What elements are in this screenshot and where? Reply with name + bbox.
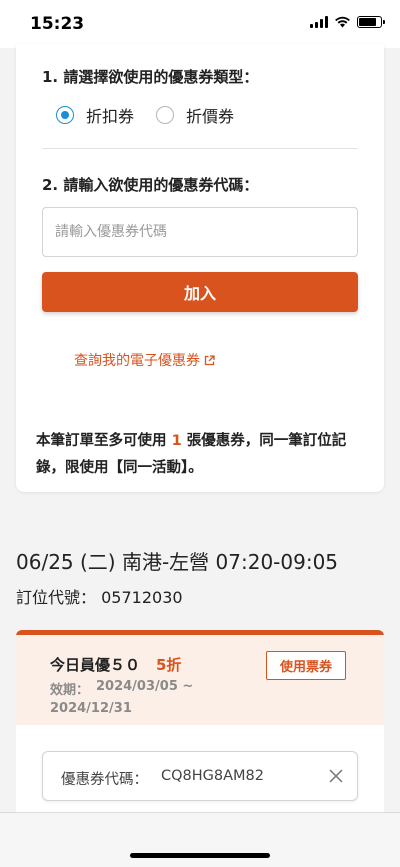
section-divider — [42, 148, 358, 149]
status-time: 15:23 — [30, 14, 85, 34]
notice-count: 1 — [171, 433, 182, 449]
applied-code-label: 優惠券代碼： — [61, 772, 148, 788]
add-coupon-button[interactable]: 加入 — [42, 272, 358, 312]
use-ticket-button[interactable]: 使用票券 — [266, 651, 346, 680]
coupon-limit-notice: 本筆訂單至多可使用 1 張優惠券，同一筆訂位記錄，限使用【同一活動】。 — [36, 428, 366, 482]
applied-coupon-code-box: 優惠券代碼： CQ8HG8AM82 — [42, 751, 358, 801]
coupon-code-heading: 2. 請輸入欲使用的優惠券代碼： — [42, 176, 259, 194]
coupon-type-heading: 1. 請選擇欲使用的優惠券類型： — [42, 68, 259, 86]
coupon-card-header: 今日員優５０ 5折 效期： 2024/03/05 ~ 2024/12/31 使用… — [16, 635, 384, 725]
status-bar: 15:23 — [0, 0, 400, 48]
radio-option-price-off[interactable]: 折價券 — [156, 103, 234, 127]
radio-button-checked[interactable] — [56, 106, 74, 124]
radio-button-unchecked[interactable] — [156, 106, 175, 124]
radio-option-discount[interactable]: 折扣券 — [56, 103, 134, 127]
radio-label-price-off: 折價券 — [186, 107, 235, 126]
validity-start: 2024/03/05 ~ — [96, 679, 194, 694]
notice-prefix: 本筆訂單至多可使用 — [36, 433, 167, 449]
my-coupons-link[interactable]: 查詢我的電子優惠券 — [74, 350, 215, 370]
coupon-discount: 5折 — [156, 656, 182, 674]
external-link-icon — [204, 354, 215, 365]
trip-title: 06/25 (二) 南港-左營 07:20-09:05 — [16, 550, 339, 574]
validity-label: 效期： — [50, 683, 90, 698]
validity-end: 2024/12/31 — [50, 701, 132, 716]
wifi-icon — [335, 16, 350, 28]
home-indicator[interactable] — [130, 853, 270, 858]
bottom-bar — [0, 812, 400, 867]
close-icon[interactable] — [327, 767, 345, 785]
booking-code-label: 訂位代號： — [16, 588, 97, 607]
booking-code-value: 05712030 — [101, 588, 183, 607]
radio-label-discount: 折扣券 — [86, 107, 135, 126]
coupon-code-input[interactable] — [42, 207, 358, 257]
coupon-form-card: 1. 請選擇欲使用的優惠券類型： 折扣券 折價券 2. 請輸入欲使用的優惠券代碼… — [16, 44, 384, 492]
coupon-name: 今日員優５０ — [50, 656, 141, 674]
coupon-card: 今日員優５０ 5折 效期： 2024/03/05 ~ 2024/12/31 使用… — [16, 630, 384, 830]
booking-code-row: 訂位代號： 05712030 — [16, 584, 183, 608]
signal-icon — [310, 16, 328, 28]
status-icons — [310, 16, 385, 28]
my-coupons-link-label: 查詢我的電子優惠券 — [74, 353, 200, 369]
coupon-type-radio-group: 折扣券 折價券 — [56, 103, 256, 127]
battery-icon — [357, 16, 385, 28]
applied-code-value: CQ8HG8AM82 — [161, 768, 265, 784]
